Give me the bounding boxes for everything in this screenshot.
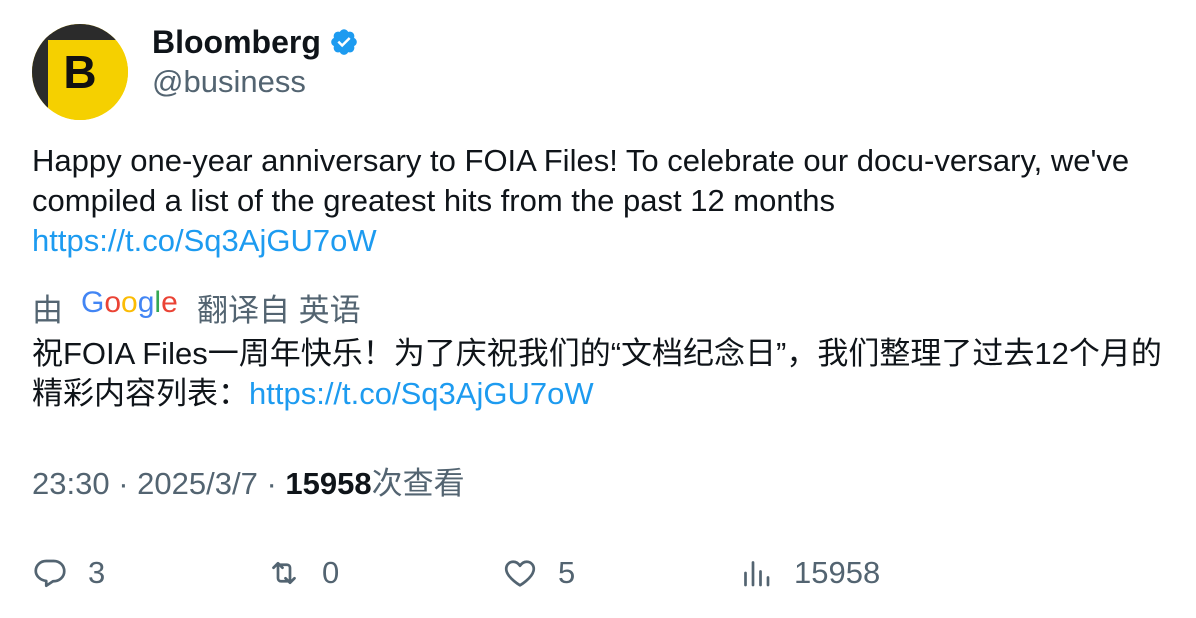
views-label: 次查看	[371, 466, 465, 501]
avatar[interactable]: B	[32, 24, 128, 120]
tweet-meta: 23:30 · 2025/3/7 · 15958次查看	[32, 464, 465, 504]
meta-separator: ·	[266, 466, 277, 501]
name-row: Bloomberg	[152, 22, 359, 62]
tweet-text: Happy one-year anniversary to FOIA Files…	[32, 141, 1152, 261]
like-button[interactable]: 5	[502, 550, 575, 596]
translated-body: 祝FOIA Files一周年快乐！为了庆祝我们的“文档纪念日”，我们整理了过去1…	[32, 336, 1162, 411]
reply-button[interactable]: 3	[32, 550, 105, 596]
retweet-button[interactable]: 0	[266, 550, 339, 596]
retweet-icon	[272, 561, 296, 585]
bloomberg-logo-icon: B	[32, 24, 128, 120]
translated-text: 祝FOIA Files一周年快乐！为了庆祝我们的“文档纪念日”，我们整理了过去1…	[32, 334, 1162, 414]
handle[interactable]: @business	[152, 62, 359, 102]
google-logo-icon: Google	[81, 286, 179, 328]
display-name[interactable]: Bloomberg	[152, 22, 321, 62]
translation-prefix: 由	[32, 292, 63, 328]
translation-suffix: 翻译自 英语	[197, 292, 361, 328]
tweet-link[interactable]: https://t.co/Sq3AjGU7oW	[32, 223, 377, 258]
views-action-count: 15958	[794, 555, 881, 590]
analytics-icon	[744, 561, 770, 587]
views-button[interactable]: 15958	[738, 550, 880, 596]
heart-icon	[504, 560, 536, 587]
translation-attribution: 由 Google 翻译自 英语	[32, 286, 361, 328]
tweet-date[interactable]: 2025/3/7	[137, 466, 258, 501]
translated-link[interactable]: https://t.co/Sq3AjGU7oW	[249, 376, 594, 411]
svg-text:Google: Google	[81, 286, 178, 319]
retweet-count: 0	[322, 555, 340, 590]
tweet-body: Happy one-year anniversary to FOIA Files…	[32, 143, 1130, 218]
meta-separator: ·	[118, 466, 129, 501]
verified-badge-icon[interactable]	[329, 27, 359, 57]
reply-count: 3	[88, 555, 106, 590]
action-bar: 3 0 5 15958	[32, 550, 1164, 596]
like-count: 5	[558, 555, 576, 590]
reply-icon	[34, 559, 66, 588]
avatar-letter: B	[63, 46, 96, 98]
author-block: Bloomberg @business	[152, 22, 359, 102]
views-count: 15958	[285, 466, 372, 501]
tweet-time[interactable]: 23:30	[32, 466, 110, 501]
